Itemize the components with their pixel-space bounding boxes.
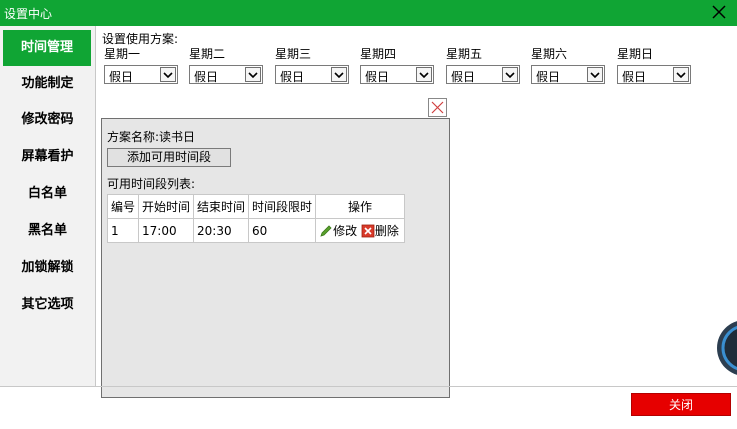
sidebar-item-change-password[interactable]: 修改密码 <box>0 102 95 138</box>
plan-select-value: 假日 <box>109 70 134 84</box>
column-header-end: 结束时间 <box>193 194 250 219</box>
day-label-thu: 星期四 <box>360 47 397 61</box>
plan-select-mon[interactable]: 假日 <box>104 65 178 84</box>
cell-end-time: 20:30 <box>193 218 250 243</box>
chevron-down-icon[interactable] <box>587 67 603 82</box>
plan-select-value: 假日 <box>536 70 561 84</box>
plan-select-wed[interactable]: 假日 <box>275 65 349 84</box>
day-label-mon: 星期一 <box>104 47 141 61</box>
plan-select-sun[interactable]: 假日 <box>617 65 691 84</box>
footer-divider <box>0 386 737 387</box>
cell-start-time: 17:00 <box>138 218 195 243</box>
sidebar-item-blacklist[interactable]: 黑名单 <box>0 213 95 249</box>
edit-label: 修改 <box>333 224 358 238</box>
column-header-actions: 操作 <box>315 194 406 219</box>
title-bar: 设置中心 <box>0 0 737 26</box>
edit-link[interactable]: 修改 <box>319 223 361 238</box>
chevron-down-icon[interactable] <box>331 67 347 82</box>
delete-link[interactable]: 删除 <box>361 223 399 238</box>
plan-select-value: 假日 <box>280 70 305 84</box>
column-header-limit: 时间段限时 <box>248 194 317 219</box>
floating-assistant-icon[interactable] <box>715 320 737 376</box>
plan-select-value: 假日 <box>365 70 390 84</box>
chevron-down-icon[interactable] <box>416 67 432 82</box>
add-time-slot-button[interactable]: 添加可用时间段 <box>107 148 231 167</box>
delete-label: 删除 <box>374 224 399 238</box>
delete-icon <box>361 224 375 238</box>
close-icon[interactable] <box>428 98 447 117</box>
chevron-down-icon[interactable] <box>502 67 518 82</box>
plan-select-tue[interactable]: 假日 <box>189 65 263 84</box>
plan-name: 方案名称:读书日 <box>107 130 196 144</box>
plan-select-thu[interactable]: 假日 <box>360 65 434 84</box>
pencil-icon <box>319 224 333 238</box>
plan-select-sat[interactable]: 假日 <box>531 65 605 84</box>
day-label-sat: 星期六 <box>531 47 568 61</box>
table-row: 1 17:00 20:30 60 修改 删除 <box>106 218 406 243</box>
cell-time-limit: 60 <box>248 218 317 243</box>
sidebar-item-other-options[interactable]: 其它选项 <box>0 287 95 323</box>
chevron-down-icon[interactable] <box>160 67 176 82</box>
window-title: 设置中心 <box>4 7 53 21</box>
cell-actions: 修改 删除 <box>315 218 406 243</box>
day-label-sun: 星期日 <box>617 47 654 61</box>
table-header-row: 编号 开始时间 结束时间 时间段限时 操作 <box>106 194 406 219</box>
plan-select-value: 假日 <box>622 70 647 84</box>
sidebar-item-time-management[interactable]: 时间管理 <box>3 30 91 66</box>
time-slot-list-label: 可用时间段列表: <box>107 177 196 191</box>
close-button[interactable]: 关闭 <box>631 393 731 416</box>
sidebar-item-function-settings[interactable]: 功能制定 <box>0 66 95 102</box>
sidebar-item-whitelist[interactable]: 白名单 <box>0 176 95 212</box>
day-label-wed: 星期三 <box>275 47 312 61</box>
time-slot-table: 编号 开始时间 结束时间 时间段限时 操作 1 17:00 20:30 60 修… <box>106 194 406 243</box>
sidebar: 时间管理 功能制定 修改密码 屏幕看护 白名单 黑名单 加锁解锁 其它选项 <box>0 26 95 386</box>
day-label-tue: 星期二 <box>189 47 226 61</box>
column-header-id: 编号 <box>106 194 140 219</box>
plan-select-fri[interactable]: 假日 <box>446 65 520 84</box>
sidebar-item-lock-unlock[interactable]: 加锁解锁 <box>0 250 95 286</box>
plan-select-value: 假日 <box>194 70 219 84</box>
close-icon[interactable] <box>709 2 729 22</box>
sidebar-item-screen-guard[interactable]: 屏幕看护 <box>0 139 95 175</box>
column-header-start: 开始时间 <box>138 194 195 219</box>
chevron-down-icon[interactable] <box>673 67 689 82</box>
plan-select-value: 假日 <box>451 70 476 84</box>
cell-id: 1 <box>106 218 140 243</box>
day-label-fri: 星期五 <box>446 47 483 61</box>
chevron-down-icon[interactable] <box>245 67 261 82</box>
